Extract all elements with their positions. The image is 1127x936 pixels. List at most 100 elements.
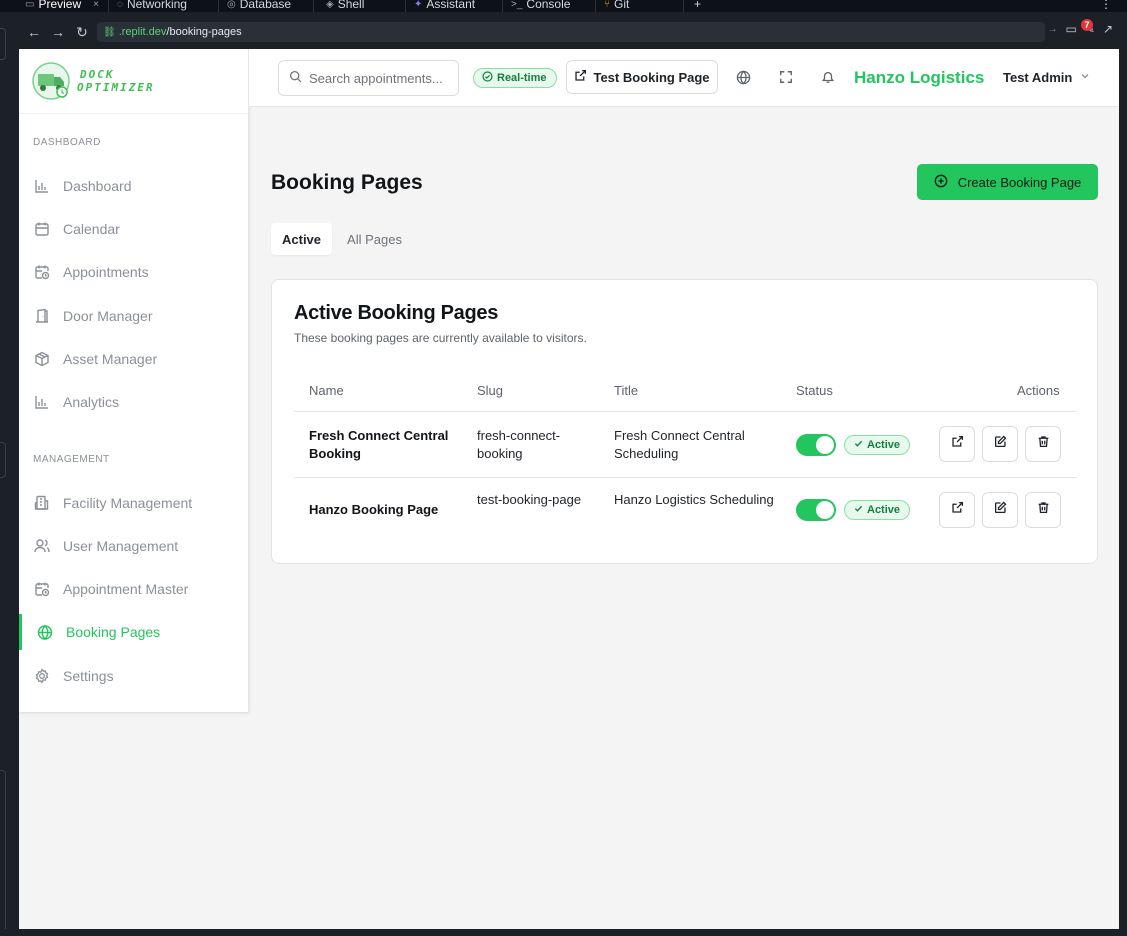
toggle-knob bbox=[816, 436, 834, 454]
back-icon[interactable]: ← bbox=[23, 21, 45, 43]
card-title: Active Booking Pages bbox=[294, 302, 499, 324]
search-box[interactable] bbox=[278, 60, 459, 96]
external-link-icon bbox=[951, 501, 964, 519]
search-icon bbox=[289, 70, 302, 86]
open-external-icon[interactable]: ↗ bbox=[1103, 22, 1113, 36]
ide-tab-shell[interactable]: ◈ Shell bbox=[326, 0, 364, 12]
sidebar-item-asset-manager[interactable]: Asset Manager bbox=[19, 341, 248, 377]
ide-tab-preview[interactable]: ▭ Preview × bbox=[25, 0, 99, 12]
plus-circle-icon bbox=[934, 174, 948, 191]
delete-page-button[interactable] bbox=[1025, 426, 1061, 462]
status-badge: Active bbox=[844, 500, 911, 520]
top-header: Real-time Test Booking Page Hanzo Logist… bbox=[249, 49, 1119, 107]
more-menu-button[interactable]: ⋮ bbox=[1100, 0, 1112, 12]
sidebar-item-door-manager[interactable]: Door Manager bbox=[19, 298, 248, 334]
edit-page-button[interactable] bbox=[982, 426, 1018, 462]
delete-page-button[interactable] bbox=[1025, 492, 1061, 528]
ide-tab-assistant[interactable]: ✦ Assistant bbox=[414, 0, 475, 12]
ide-tab-console[interactable]: >_ Console bbox=[511, 0, 570, 12]
ide-tab-database[interactable]: ◎ Database bbox=[227, 0, 291, 12]
test-booking-label: Test Booking Page bbox=[593, 69, 710, 85]
url-path: /booking-pages bbox=[166, 26, 242, 38]
sidebar-item-label: Booking Pages bbox=[66, 624, 161, 640]
preview-icon: ▭ bbox=[25, 0, 35, 10]
panel-edge bbox=[0, 442, 6, 478]
ide-tab-networking[interactable]: ◌ Networking bbox=[117, 0, 187, 12]
sidebar-item-appointment-master[interactable]: Appointment Master bbox=[19, 571, 248, 607]
row-divider bbox=[294, 411, 1077, 412]
user-name: Test Admin bbox=[1003, 70, 1073, 85]
trash-icon bbox=[1037, 501, 1050, 519]
logo-line-2: OPTIMIZER bbox=[77, 81, 155, 94]
go-icon[interactable]: → bbox=[1048, 24, 1058, 35]
bell-icon[interactable] bbox=[819, 68, 837, 86]
status-toggle[interactable] bbox=[796, 434, 836, 456]
row-slug: fresh-connect-booking bbox=[477, 428, 561, 461]
devices-icon[interactable]: ▭ bbox=[1066, 22, 1077, 36]
sidebar-item-label: Dashboard bbox=[63, 178, 132, 194]
sidebar-item-calendar[interactable]: Calendar bbox=[19, 211, 248, 247]
row-title: Hanzo Logistics Scheduling bbox=[614, 492, 774, 507]
ide-bottom-edge bbox=[0, 929, 1127, 936]
create-booking-page-button[interactable]: Create Booking Page bbox=[917, 164, 1098, 200]
column-header-actions: Actions bbox=[1017, 383, 1060, 398]
edit-page-button[interactable] bbox=[982, 492, 1018, 528]
package-icon bbox=[34, 351, 50, 367]
realtime-label: Real-time bbox=[497, 72, 547, 84]
sidebar-item-analytics[interactable]: Analytics bbox=[19, 384, 248, 420]
sidebar-item-appointments[interactable]: Appointments bbox=[19, 254, 248, 290]
url-input[interactable]: ⛓ .replit.dev /booking-pages bbox=[97, 22, 1045, 42]
status-label: Active bbox=[867, 504, 901, 516]
logo-line-1: DOCK bbox=[80, 68, 115, 81]
sidebar-item-dashboard[interactable]: Dashboard bbox=[19, 168, 248, 204]
panel-edge bbox=[0, 28, 6, 60]
notification-count-badge: 7 bbox=[1081, 19, 1093, 31]
reload-icon[interactable]: ↻ bbox=[71, 21, 93, 43]
ide-tab-label: Console bbox=[526, 0, 571, 11]
forward-icon[interactable]: → bbox=[47, 21, 69, 43]
logo-wordmark: DOCK OPTIMIZER bbox=[77, 68, 155, 94]
logo[interactable]: DOCK OPTIMIZER bbox=[19, 49, 248, 114]
row-divider bbox=[294, 477, 1077, 478]
status-toggle[interactable] bbox=[796, 499, 836, 521]
add-tab-button[interactable]: + bbox=[694, 0, 701, 12]
organization-name: Hanzo Logistics bbox=[854, 68, 985, 87]
sidebar-item-label: Analytics bbox=[63, 394, 120, 410]
create-label: Create Booking Page bbox=[957, 174, 1082, 190]
sidebar-item-facility-management[interactable]: Facility Management bbox=[19, 485, 248, 521]
bar-chart-icon bbox=[34, 394, 50, 410]
console-icon: >_ bbox=[511, 0, 523, 10]
ide-tab-git[interactable]: ⑂ Git bbox=[604, 0, 629, 12]
open-page-button[interactable] bbox=[939, 426, 975, 462]
sidebar-item-label: Appointments bbox=[63, 264, 149, 280]
close-icon[interactable]: × bbox=[93, 0, 99, 10]
toggle-knob bbox=[816, 501, 834, 519]
globe-icon[interactable] bbox=[734, 68, 752, 86]
chevron-down-icon bbox=[1080, 71, 1090, 84]
sidebar-item-label: Asset Manager bbox=[63, 351, 158, 367]
open-page-button[interactable] bbox=[939, 492, 975, 528]
ide-tab-bar: ▭ Preview × ◌ Networking ◎ Database ◈ Sh… bbox=[0, 0, 1127, 12]
shell-icon: ◈ bbox=[326, 0, 334, 10]
test-booking-page-button[interactable]: Test Booking Page bbox=[566, 60, 718, 94]
tab-all-pages[interactable]: All Pages bbox=[336, 223, 413, 255]
networking-icon: ◌ bbox=[117, 0, 123, 10]
section-label-dashboard: DASHBOARD bbox=[33, 137, 101, 148]
building-icon bbox=[34, 495, 50, 511]
fullscreen-icon[interactable] bbox=[777, 68, 795, 86]
sidebar-item-settings[interactable]: Settings bbox=[19, 658, 248, 694]
check-icon bbox=[854, 439, 863, 451]
door-icon bbox=[34, 308, 50, 324]
page-tabs: Active All Pages bbox=[271, 223, 413, 255]
gear-icon bbox=[34, 668, 50, 684]
tab-active[interactable]: Active bbox=[271, 223, 333, 255]
sidebar-item-booking-pages[interactable]: Booking Pages bbox=[19, 614, 248, 650]
browser-url-bar: ← → ↻ ⛓ .replit.dev /booking-pages → ▭ ✎… bbox=[19, 14, 1119, 49]
edit-icon bbox=[994, 435, 1007, 453]
sidebar-item-label: Calendar bbox=[63, 221, 120, 237]
tab-divider bbox=[313, 0, 314, 12]
user-menu[interactable]: Test Admin bbox=[1003, 70, 1090, 85]
truck-logo-icon bbox=[32, 62, 70, 100]
sidebar-item-user-management[interactable]: User Management bbox=[19, 528, 248, 564]
search-input[interactable] bbox=[309, 70, 449, 86]
